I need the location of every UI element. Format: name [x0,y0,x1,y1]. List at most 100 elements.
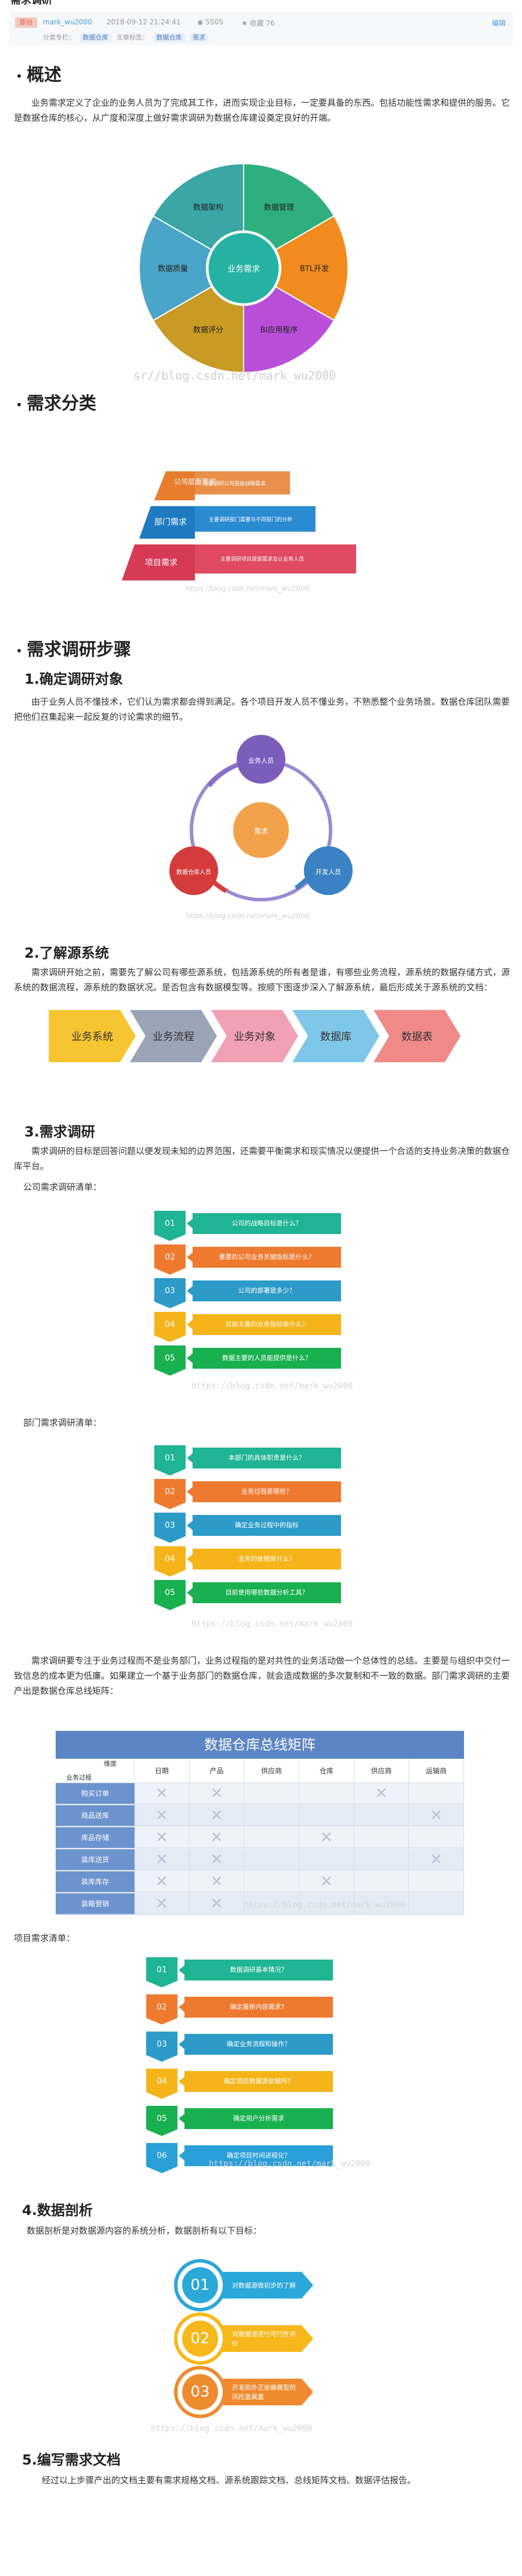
list-item: 02 重要的公司业务关键指标是什么？ [154,1244,346,1275]
profiling-goal-ring: 01 [174,2259,226,2311]
list-item: 04 业务的依据有什么？ [154,1546,346,1576]
section-heading-text: 概述 [27,65,61,85]
list-item-text: 确定业务流程和操作？ [179,2034,333,2055]
bus-matrix-cell [354,1849,409,1870]
requirements-wheel-diagram: 数据管理 BTL开发 BI应用程序 数据评分 数据质量 数据架构业务需求 sr//blog… [133,163,349,383]
bus-matrix-cell [299,1783,354,1804]
category-label: 分类专栏： [43,34,75,41]
project-requirements-list: 01 数据调研基本情况？ 02 确定最新内容需求？ 03 确定业务流程和操作？ 04 确定项目… [146,1957,338,2189]
list-item-number: 05 [154,1580,186,1610]
pyramid-desc-company: 主要调研公司层面战略需求 [203,480,266,487]
pyramid-level-company [154,471,195,500]
list-item: 03 确定业务流程和操作？ [146,2032,338,2062]
section-heading-research: 需求调研步骤 [17,635,131,661]
list-item-text: 确定用户分析需求 [179,2108,333,2129]
bus-matrix-mark-icon: ✕ [299,1871,354,1892]
watermark: https://blog.csdn.net/mark_wu2000 [244,1900,405,1910]
bus-matrix-dimension-header: 日期 [135,1759,190,1783]
bus-matrix-mark-icon: ✕ [135,1871,190,1892]
list-item-text: 目前主要的业务指标是什么？ [187,1314,341,1335]
author-link[interactable]: mark_wu2000 [43,18,92,26]
bus-matrix-dimension-header: 供应商 [244,1759,299,1783]
wheel-segment-label: 数据质量 [158,265,188,273]
bus-matrix-dimension-header: 供应商 [354,1759,409,1783]
list-item-text: 业务的依据有什么？ [187,1549,341,1570]
bus-matrix-process-label: 库品存储 [56,1827,135,1848]
list-item: 05 确定用户分析需求 [146,2106,338,2136]
profiling-goal-text: 对数据源做初步的了解 [232,2282,296,2289]
chevron-data-table: 数据表 [374,1010,461,1062]
favorite-count[interactable]: ★ 收藏 76 [241,18,275,28]
bus-matrix-intro: 需求调研要专注于业务过程而不是业务部门，业务过程指的是对共性的业务活动做一个总体… [14,1655,510,1696]
pyramid-desc-project: 主要调研项目层面需求及认业务人员 [220,555,304,562]
list-item-text: 目前使用哪些数据分析工具？ [187,1582,341,1603]
list-item: 04 目前主要的业务指标是什么？ [154,1312,346,1342]
tag-link[interactable]: 数据仓库 [153,33,185,42]
list-item-number: 02 [154,1244,186,1275]
list-item: 05 数据主要的人员能提供是什么？ [154,1345,346,1376]
wheel-segment-label: BI应用程序 [260,326,298,335]
article-meta-bar: 原创 mark_wu2000 2018-09-12 21:24:41 ◉ 550… [9,12,513,45]
eye-icon: ◉ [197,18,206,26]
requirement-pyramid: 公司层面需求 主要调研公司层面战略需求 部门需求 主要调研部门需要与不同部门的分… [122,471,356,593]
list-item: 02 确定最新内容需求？ [146,1994,338,2025]
bus-matrix-mark-icon: ✕ [135,1849,190,1870]
step4-heading: 4.数据剖析 [22,2202,93,2218]
profiling-goal: 开发和外正依赖模型的风险直属量 03 [174,2366,313,2418]
chevron-database: 数据库 [292,1010,379,1062]
bus-matrix-mark-icon: ✕ [354,1783,409,1804]
list-item-number: 05 [146,2106,177,2136]
section-heading-overview: 概述 [17,60,61,86]
profiling-goal-text: 开发和外正依赖模型的风险直属量 [232,2384,296,2401]
watermark: sr//blog.csdn.net/mark_wu2000 [133,369,336,383]
pyramid-desc-department: 主要调研部门需要与不同部门的分析 [209,516,292,523]
profiling-goal-number: 02 [182,2321,218,2357]
section-heading-classification: 需求分类 [17,389,96,414]
profiling-goal-ring: 02 [174,2312,226,2365]
list-item-text: 重要的公司业务关键指标是什么？ [187,1247,341,1268]
bus-matrix-cell [299,1805,354,1826]
list-item-text: 公司的部署是多少？ [187,1280,341,1301]
tag-link[interactable]: 数据仓库 [79,33,111,42]
company-list-label: 公司需求调研清单： [23,1182,102,1192]
bus-matrix-mark-icon: ✕ [189,1827,245,1848]
list-item-number: 05 [154,1345,186,1376]
bus-matrix-corner: 维度 业务过程 [56,1759,135,1783]
bus-matrix-mark-icon: ✕ [189,1849,245,1870]
profiling-goal: 对数据源做初步的了解 01 [174,2259,313,2311]
original-badge: 原创 [15,17,37,28]
view-count: ◉ 5505 [197,18,223,26]
list-item: 03 确定业务过程中的指标 [154,1513,346,1543]
bus-matrix-dimension-header: 产品 [189,1759,245,1783]
list-item-text: 确定业务过程中的指标 [187,1515,341,1536]
watermark: https://blog.csdn.net/mark_wu2000 [209,2159,371,2169]
tag-link[interactable]: 需求 [190,33,208,42]
step4-text: 数据剖析是对数据源内容的系统分析，数据剖析有以下目标： [27,2225,262,2236]
bus-matrix-cell [244,1805,299,1826]
edit-link[interactable]: 编辑 [492,18,506,28]
list-item-number: 03 [154,1278,186,1308]
wheel-center-label: 业务需求 [227,265,260,274]
bus-matrix-mark-icon: ✕ [189,1805,245,1826]
bus-matrix-cell [409,1783,464,1804]
list-item-number: 06 [146,2143,177,2173]
step2-text: 需求调研开始之前，需要先了解公司有哪些源系统，包括源系统的所有者是谁，有哪些业务… [14,967,510,993]
pyramid-label-project: 项目需求 [145,558,177,568]
chevron-label: 业务系统 [71,1031,113,1043]
list-item-number: 02 [146,1994,177,2025]
bus-matrix-cell [354,1871,409,1892]
view-count-value: 5505 [205,18,223,26]
bus-matrix-cell [244,1871,299,1892]
list-item: 01 本部门的具体职责是什么？ [154,1445,346,1475]
profiling-goal-number: 03 [182,2374,218,2410]
project-list-label: 项目需求清单： [14,1933,75,1943]
list-item-number: 03 [154,1513,186,1543]
overview-text: 业务需求定义了企业的业务人员为了完成其工作，进而实现企业目标，一定要具备的东西。… [14,98,510,123]
bus-matrix-cell [354,1805,409,1826]
wheel-segment-label: 数据管理 [264,203,294,212]
chevron-label: 数据库 [320,1031,351,1043]
chevron-label: 业务流程 [153,1031,194,1043]
wheel-segment-label: 数据架构 [193,203,223,212]
bus-matrix-mark-icon: ✕ [135,1893,190,1914]
dept-requirements-list: 01 本部门的具体职责是什么？ 02 业务过程是哪些？ 03 确定业务过程中的指标 04 业务… [154,1445,346,1619]
